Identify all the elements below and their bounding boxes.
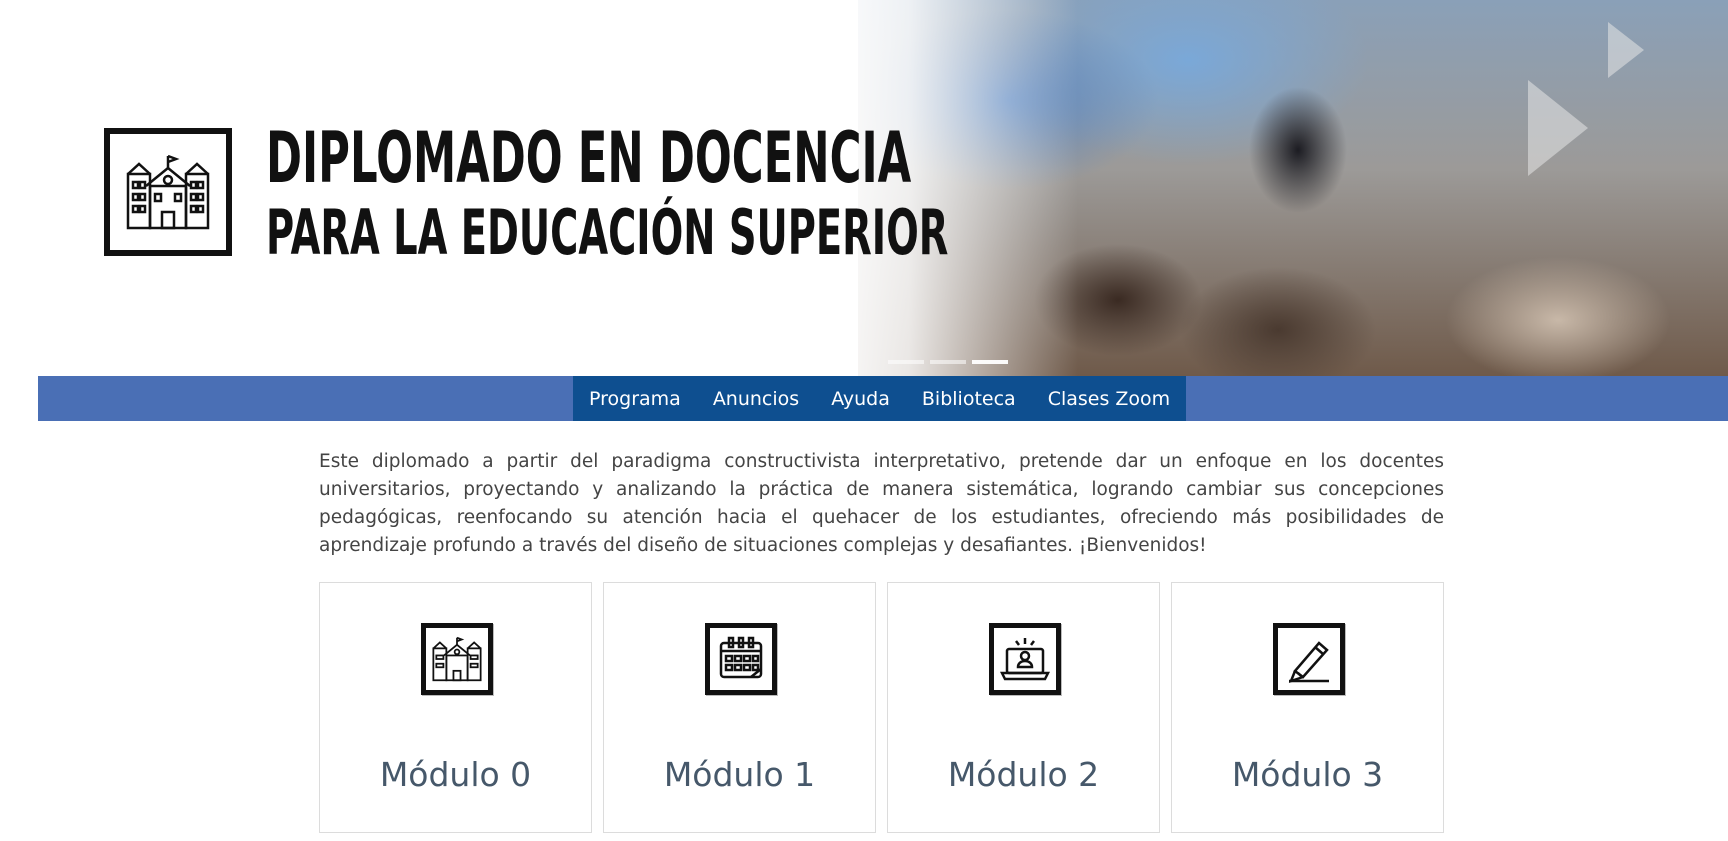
banner-title-line1: DIPLOMADO EN DOCENCIA <box>266 117 912 199</box>
header-banner: DIPLOMADO EN DOCENCIA PARA LA EDUCACIÓN … <box>38 0 1728 376</box>
pencil-icon <box>1273 623 1345 695</box>
chevron-decoration-icon <box>1608 22 1644 78</box>
nav-menu: Programa Anuncios Ayuda Biblioteca Clase… <box>573 376 1187 421</box>
banner-title: DIPLOMADO EN DOCENCIA PARA LA EDUCACIÓN … <box>266 117 949 269</box>
module-card-0[interactable]: Módulo 0 <box>319 582 592 833</box>
module-title[interactable]: Módulo 2 <box>888 755 1159 794</box>
nav-item-biblioteca[interactable]: Biblioteca <box>906 388 1032 410</box>
module-cards: Módulo 0 Módulo 1 Módulo 2 Módulo 3 <box>319 582 1445 833</box>
page: DIPLOMADO EN DOCENCIA PARA LA EDUCACIÓN … <box>0 0 1728 841</box>
module-card-3[interactable]: Módulo 3 <box>1171 582 1444 833</box>
intro-text: Este diplomado a partir del paradigma co… <box>319 451 1444 556</box>
slider-dot[interactable] <box>930 360 966 364</box>
nav-item-ayuda[interactable]: Ayuda <box>815 388 906 410</box>
school-building-icon <box>104 128 232 256</box>
slider-dot-active[interactable] <box>972 360 1008 364</box>
slider-indicators[interactable] <box>888 360 1008 364</box>
main-navbar: Programa Anuncios Ayuda Biblioteca Clase… <box>38 376 1728 421</box>
nav-item-clases-zoom[interactable]: Clases Zoom <box>1032 388 1171 410</box>
school-building-icon <box>421 623 493 695</box>
chevron-decoration-icon <box>1528 80 1588 176</box>
calendar-icon <box>705 623 777 695</box>
nav-item-programa[interactable]: Programa <box>589 388 697 410</box>
module-title[interactable]: Módulo 0 <box>320 755 591 794</box>
nav-item-anuncios[interactable]: Anuncios <box>697 388 815 410</box>
banner-title-line2: PARA LA EDUCACIÓN SUPERIOR <box>266 195 949 269</box>
slider-dot[interactable] <box>888 360 924 364</box>
laptop-idea-icon <box>989 623 1061 695</box>
module-card-1[interactable]: Módulo 1 <box>603 582 876 833</box>
module-title[interactable]: Módulo 1 <box>604 755 875 794</box>
module-card-2[interactable]: Módulo 2 <box>887 582 1160 833</box>
module-title[interactable]: Módulo 3 <box>1172 755 1443 794</box>
